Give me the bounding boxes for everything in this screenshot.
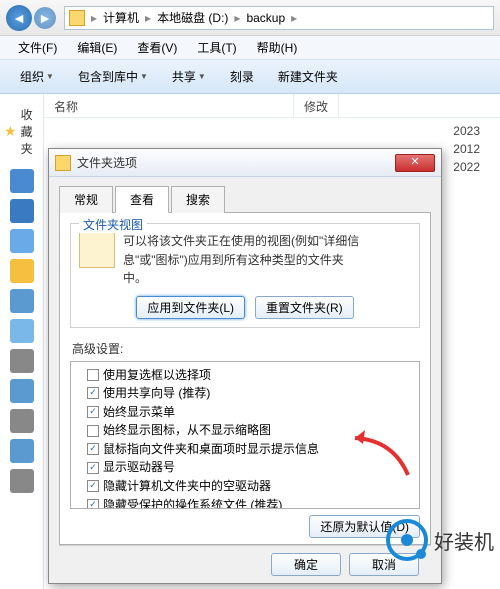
watermark-logo-icon [386, 519, 428, 561]
share-button[interactable]: 共享▼ [162, 64, 216, 89]
checkbox[interactable]: ✓ [87, 406, 99, 418]
sidebar-item[interactable] [10, 169, 34, 193]
chevron-right-icon: ▸ [89, 11, 99, 25]
sidebar-item[interactable] [10, 439, 34, 463]
checkbox[interactable] [87, 369, 99, 381]
sidebar-item-label: 收藏夹 [21, 106, 39, 157]
apply-to-folders-button[interactable]: 应用到文件夹(L) [136, 296, 245, 319]
checkbox[interactable]: ✓ [87, 499, 99, 509]
tree-item[interactable]: ✓显示驱动器号 [73, 458, 417, 477]
menu-bar: 文件(F) 编辑(E) 查看(V) 工具(T) 帮助(H) [0, 36, 500, 60]
chevron-down-icon: ▼ [140, 72, 148, 81]
column-header-modified[interactable]: 修改 [294, 94, 339, 117]
nav-back-button[interactable]: ◄ [6, 5, 32, 31]
folder-options-dialog: 文件夹选项 ✕ 常规 查看 搜索 文件夹视图 可以将该文件夹正在使用的视图(例如… [48, 148, 442, 584]
chevron-right-icon: ▸ [143, 11, 153, 25]
watermark-text: 好装机 [434, 526, 494, 555]
chevron-right-icon: ▸ [289, 11, 299, 25]
include-in-library-button[interactable]: 包含到库中▼ [68, 64, 158, 89]
menu-view[interactable]: 查看(V) [127, 37, 187, 58]
advanced-settings-label: 高级设置: [72, 340, 420, 357]
folder-icon [69, 10, 85, 26]
tab-general[interactable]: 常规 [59, 186, 113, 213]
tab-search[interactable]: 搜索 [171, 186, 225, 213]
tree-item[interactable]: ✓隐藏计算机文件夹中的空驱动器 [73, 477, 417, 496]
sidebar-item[interactable] [10, 379, 34, 403]
tree-item[interactable]: ✓使用共享向导 (推荐) [73, 384, 417, 403]
dialog-title: 文件夹选项 [77, 154, 395, 171]
folder-icon [55, 155, 71, 171]
burn-button[interactable]: 刻录 [220, 64, 264, 89]
folder-views-group: 文件夹视图 可以将该文件夹正在使用的视图(例如"详细信 息"或"图标")应用到所… [70, 223, 420, 328]
tab-strip: 常规 查看 搜索 [59, 185, 431, 213]
tree-item[interactable]: ✓始终显示菜单 [73, 403, 417, 422]
folder-views-desc: 可以将该文件夹正在使用的视图(例如"详细信 息"或"图标")应用到所有这种类型的… [123, 232, 359, 288]
list-item[interactable]: 2023 [44, 122, 500, 140]
tree-item[interactable]: 始终显示图标，从不显示缩略图 [73, 421, 417, 440]
group-title: 文件夹视图 [79, 216, 147, 233]
toolbar: 组织▼ 包含到库中▼ 共享▼ 刻录 新建文件夹 [0, 60, 500, 94]
checkbox[interactable]: ✓ [87, 480, 99, 492]
chevron-down-icon: ▼ [46, 72, 54, 81]
organize-button[interactable]: 组织▼ [10, 64, 64, 89]
tab-view[interactable]: 查看 [115, 186, 169, 213]
checkbox[interactable]: ✓ [87, 443, 99, 455]
menu-help[interactable]: 帮助(H) [247, 37, 308, 58]
reset-folders-button[interactable]: 重置文件夹(R) [255, 296, 354, 319]
checkbox[interactable] [87, 425, 99, 437]
tree-item[interactable]: ✓鼠标指向文件夹和桌面项时显示提示信息 [73, 440, 417, 459]
menu-file[interactable]: 文件(F) [8, 37, 67, 58]
folder-view-icon [79, 232, 115, 268]
tab-panel-view: 文件夹视图 可以将该文件夹正在使用的视图(例如"详细信 息"或"图标")应用到所… [59, 213, 431, 545]
sidebar-favorites[interactable]: ★ 收藏夹 [0, 100, 43, 163]
nav-forward-button[interactable]: ► [34, 7, 56, 29]
breadcrumb[interactable]: 本地磁盘 (D:) [153, 9, 232, 26]
menu-edit[interactable]: 编辑(E) [67, 37, 127, 58]
column-headers: 名称 修改 [44, 94, 500, 118]
dialog-titlebar[interactable]: 文件夹选项 ✕ [49, 149, 441, 177]
close-button[interactable]: ✕ [395, 154, 435, 172]
tree-item[interactable]: 使用复选框以选择项 [73, 366, 417, 385]
checkbox[interactable]: ✓ [87, 462, 99, 474]
sidebar-item[interactable] [10, 319, 34, 343]
chevron-right-icon: ▸ [232, 11, 242, 25]
breadcrumb[interactable]: backup [242, 11, 289, 25]
address-field[interactable]: ▸ 计算机 ▸ 本地磁盘 (D:) ▸ backup ▸ [64, 6, 494, 30]
star-icon: ★ [4, 123, 17, 140]
sidebar-item[interactable] [10, 259, 34, 283]
sidebar-item[interactable] [10, 289, 34, 313]
sidebar-item[interactable] [10, 409, 34, 433]
dialog-footer: 确定 取消 [59, 545, 431, 583]
address-bar: ◄ ► ▸ 计算机 ▸ 本地磁盘 (D:) ▸ backup ▸ [0, 0, 500, 36]
new-folder-button[interactable]: 新建文件夹 [268, 64, 348, 89]
watermark: 好装机 [386, 519, 494, 561]
advanced-settings-tree[interactable]: 使用复选框以选择项 ✓使用共享向导 (推荐) ✓始终显示菜单 始终显示图标，从不… [70, 361, 420, 510]
chevron-down-icon: ▼ [198, 72, 206, 81]
sidebar: ★ 收藏夹 [0, 94, 44, 589]
sidebar-item[interactable] [10, 229, 34, 253]
tree-item[interactable]: ✓隐藏受保护的操作系统文件 (推荐) [73, 496, 417, 509]
breadcrumb[interactable]: 计算机 [99, 9, 143, 26]
checkbox[interactable]: ✓ [87, 387, 99, 399]
column-header-name[interactable]: 名称 [44, 94, 294, 117]
sidebar-item[interactable] [10, 199, 34, 223]
sidebar-item[interactable] [10, 349, 34, 373]
menu-tools[interactable]: 工具(T) [187, 37, 246, 58]
ok-button[interactable]: 确定 [271, 553, 341, 576]
sidebar-item[interactable] [10, 469, 34, 493]
